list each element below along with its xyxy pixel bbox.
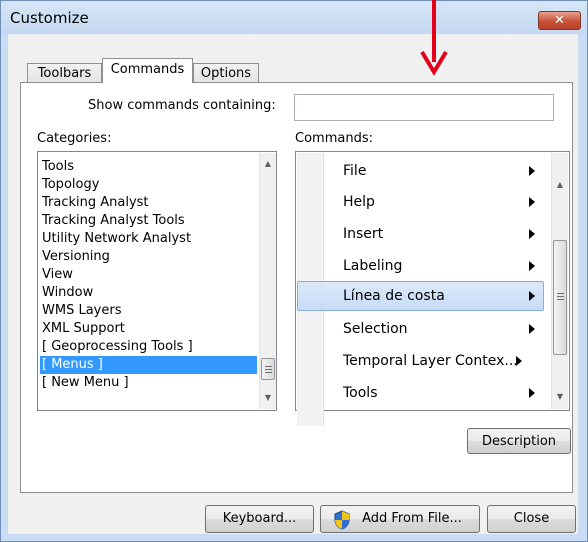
command-item-selection[interactable]: Selection bbox=[297, 314, 544, 344]
add-from-file-label: Add From File... bbox=[362, 511, 462, 526]
commands-scrollbar[interactable]: ▲ ▼ bbox=[551, 153, 568, 409]
close-window-button[interactable]: ✕ bbox=[538, 11, 581, 30]
keyboard-button[interactable]: Keyboard... bbox=[205, 505, 314, 533]
categories-list[interactable]: Tools Topology Tracking Analyst Tracking… bbox=[37, 151, 277, 411]
submenu-arrow-icon bbox=[529, 229, 535, 239]
scrollbar-thumb[interactable] bbox=[261, 358, 275, 380]
list-item[interactable]: Utility Network Analyst bbox=[40, 230, 193, 248]
grip-icon bbox=[557, 293, 564, 294]
add-from-file-button[interactable]: Add From File... bbox=[320, 505, 480, 533]
command-label: File bbox=[343, 163, 367, 179]
scroll-down-icon[interactable]: ▼ bbox=[552, 388, 568, 405]
command-item-temporal-layer[interactable]: Temporal Layer Contex... bbox=[297, 346, 544, 376]
command-label: Help bbox=[343, 194, 375, 210]
window-title: Customize bbox=[10, 9, 89, 27]
command-label: Insert bbox=[343, 226, 384, 242]
command-label: Selection bbox=[343, 321, 408, 337]
command-item-linea-de-costa[interactable]: Línea de costa bbox=[297, 281, 544, 311]
tab-label: Options bbox=[200, 66, 252, 81]
command-label: Tools bbox=[343, 385, 378, 401]
submenu-arrow-icon bbox=[529, 261, 535, 271]
command-label: Temporal Layer Contex... bbox=[343, 353, 518, 369]
command-item-help[interactable]: Help bbox=[297, 187, 544, 217]
categories-label: Categories: bbox=[37, 131, 112, 146]
tab-label: Commands bbox=[110, 62, 185, 77]
title-bar[interactable]: Customize ✕ bbox=[1, 1, 587, 35]
submenu-arrow-icon bbox=[529, 291, 535, 301]
scrollbar-thumb[interactable] bbox=[553, 240, 567, 355]
grip-icon bbox=[557, 296, 564, 297]
submenu-arrow-icon bbox=[529, 166, 535, 176]
list-item[interactable]: Tools bbox=[40, 158, 76, 176]
list-item-selected[interactable]: [ Menus ] bbox=[40, 356, 257, 374]
grip-icon bbox=[265, 366, 272, 367]
list-item[interactable]: Tracking Analyst bbox=[40, 194, 151, 212]
submenu-arrow-icon bbox=[529, 388, 535, 398]
list-item[interactable]: Tracking Analyst Tools bbox=[40, 212, 187, 230]
annotation-arrow-icon bbox=[420, 50, 448, 76]
command-label: Labeling bbox=[343, 258, 403, 274]
scroll-up-icon[interactable]: ▲ bbox=[260, 155, 276, 172]
categories-scrollbar[interactable]: ▲ ▼ bbox=[259, 153, 276, 409]
list-item[interactable]: WMS Layers bbox=[40, 302, 123, 320]
scroll-up-icon[interactable]: ▲ bbox=[552, 176, 568, 193]
list-item[interactable]: Window bbox=[40, 284, 95, 302]
list-item[interactable]: Versioning bbox=[40, 248, 112, 266]
command-item-tools[interactable]: Tools bbox=[297, 378, 544, 408]
grip-icon bbox=[265, 372, 272, 373]
commands-list[interactable]: File Help Insert Labeling Línea de costa… bbox=[295, 151, 570, 426]
commands-label: Commands: bbox=[295, 131, 373, 146]
submenu-arrow-icon bbox=[529, 197, 535, 207]
command-label: Línea de costa bbox=[343, 288, 445, 304]
tab-commands[interactable]: Commands bbox=[102, 58, 193, 83]
command-item-file[interactable]: File bbox=[297, 156, 544, 186]
submenu-arrow-icon bbox=[516, 356, 522, 366]
list-item[interactable]: Topology bbox=[40, 176, 101, 194]
uac-shield-icon bbox=[334, 510, 350, 530]
grip-icon bbox=[265, 369, 272, 370]
command-item-labeling[interactable]: Labeling bbox=[297, 251, 544, 281]
list-item[interactable]: [ New Menu ] bbox=[40, 374, 131, 392]
list-item[interactable]: View bbox=[40, 266, 75, 284]
scroll-down-icon[interactable]: ▼ bbox=[260, 389, 276, 406]
close-button[interactable]: Close bbox=[487, 505, 576, 533]
tab-options[interactable]: Options bbox=[193, 63, 259, 83]
search-label: Show commands containing: bbox=[88, 98, 276, 113]
description-button[interactable]: Description bbox=[467, 428, 571, 454]
list-item[interactable]: XML Support bbox=[40, 320, 127, 338]
search-input[interactable] bbox=[294, 94, 554, 121]
grip-icon bbox=[557, 299, 564, 300]
submenu-arrow-icon bbox=[529, 324, 535, 334]
list-item[interactable]: [ Geoprocessing Tools ] bbox=[40, 338, 195, 356]
tab-label: Toolbars bbox=[37, 66, 92, 81]
command-item-insert[interactable]: Insert bbox=[297, 219, 544, 249]
tab-toolbars[interactable]: Toolbars bbox=[27, 63, 102, 83]
